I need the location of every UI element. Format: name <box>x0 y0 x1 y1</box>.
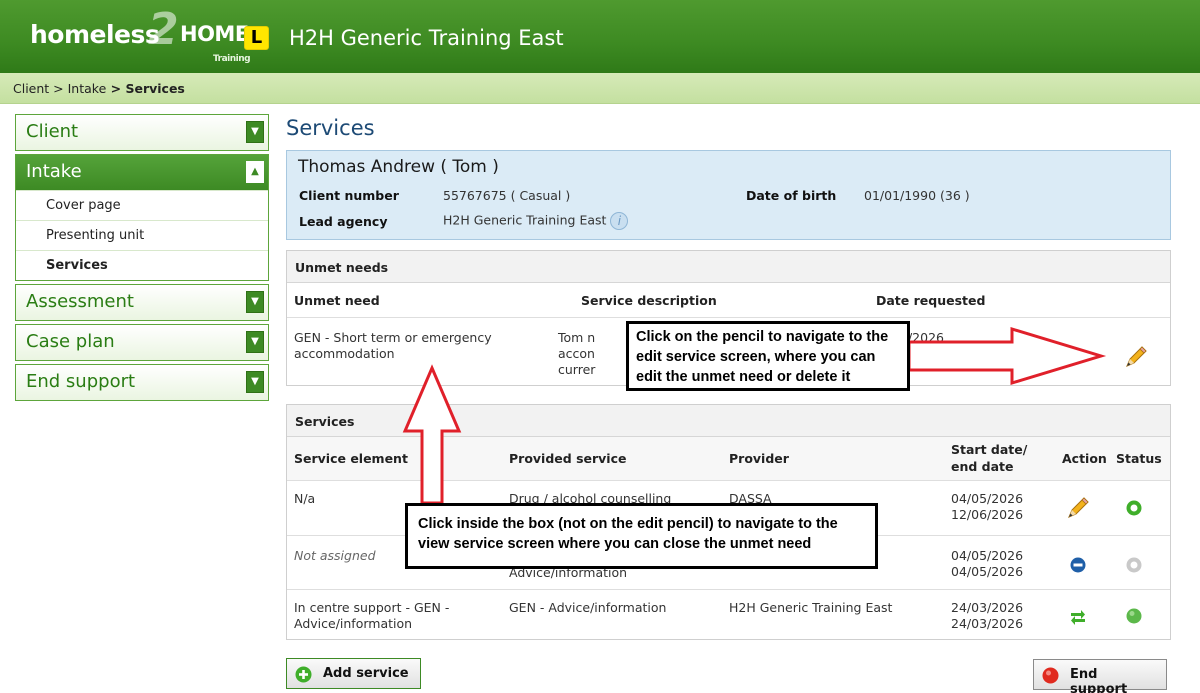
sidebar-item-assessment[interactable]: Assessment ▼ <box>16 285 268 320</box>
client-number-label: Client number <box>299 188 399 203</box>
add-service-button[interactable]: Add service <box>286 658 421 689</box>
col-unmet-need: Unmet need <box>294 293 380 308</box>
sidebar-item-label: Intake <box>26 161 82 182</box>
date-requested-cell: ./2026 <box>904 330 944 345</box>
chevron-down-icon[interactable]: ▼ <box>246 121 264 143</box>
nav-group-assessment: Assessment ▼ <box>15 284 269 321</box>
col-provider: Provider <box>729 451 789 466</box>
status-complete-icon <box>1126 608 1142 624</box>
sidebar-item-case-plan[interactable]: Case plan ▼ <box>16 325 268 360</box>
nav-group-case-plan: Case plan ▼ <box>15 324 269 361</box>
col-service-element: Service element <box>294 451 408 466</box>
sidebar-item-label: Client <box>26 121 79 142</box>
chevron-down-icon[interactable]: ▼ <box>246 371 264 393</box>
breadcrumb-separator: > <box>49 81 68 96</box>
chevron-down-icon[interactable]: ▼ <box>246 291 264 313</box>
provided-service-cell: GEN - Advice/information <box>509 600 667 615</box>
sidebar-subitem-cover-page[interactable]: Cover page <box>16 190 268 220</box>
lead-agency-value: H2H Generic Training East i <box>443 212 629 230</box>
client-name: Thomas Andrew ( Tom ) <box>298 157 499 177</box>
action-minus-icon[interactable] <box>1070 557 1086 573</box>
sidebar-item-end-support[interactable]: End support ▼ <box>16 365 268 400</box>
sidebar-item-label: Assessment <box>26 291 134 312</box>
service-element-cell: In centre support - GEN - Advice/informa… <box>294 600 450 631</box>
logo-numeral: 2 <box>148 4 179 55</box>
sidebar-item-client[interactable]: Client ▼ <box>16 115 268 150</box>
breadcrumb-bar: Client > Intake > Services <box>0 73 1200 104</box>
info-icon[interactable]: i <box>610 212 629 230</box>
dob-value: 01/01/1990 (36 ) <box>864 188 970 203</box>
breadcrumb-current: Services <box>125 81 185 96</box>
dob-label: Date of birth <box>746 188 837 203</box>
stop-icon <box>1042 667 1059 684</box>
services-heading: Services <box>287 405 1170 437</box>
status-closed-icon <box>1126 557 1142 573</box>
breadcrumb: Client > Intake > Services <box>13 81 185 96</box>
action-transfer-icon[interactable] <box>1069 607 1087 625</box>
end-support-button[interactable]: End support <box>1033 659 1167 693</box>
logo-word-home: HOME <box>180 22 249 46</box>
service-element-cell: N/a <box>294 491 316 506</box>
chevron-down-icon[interactable]: ▼ <box>246 331 264 353</box>
pencil-callout: Click on the pencil to navigate to the e… <box>626 321 910 391</box>
service-description-line: currer <box>558 362 596 377</box>
service-description-line: accon <box>558 346 595 361</box>
provider-cell: H2H Generic Training East <box>729 600 893 615</box>
end-date-cell: 12/06/2026 <box>951 507 1024 522</box>
homeless2home-logo[interactable]: homeless 2 HOME Training <box>30 4 251 64</box>
lead-agency-text: H2H Generic Training East <box>443 212 607 228</box>
sidebar-subitem-presenting-unit[interactable]: Presenting unit <box>16 220 268 250</box>
start-date-cell: 24/03/2026 <box>951 600 1024 615</box>
l-plate-icon: L <box>244 26 269 50</box>
unmet-needs-heading: Unmet needs <box>287 251 1170 283</box>
breadcrumb-client[interactable]: Client <box>13 81 49 96</box>
lead-agency-label: Lead agency <box>299 214 388 229</box>
sidebar-nav: Client ▼ Intake ▲ Cover page Presenting … <box>15 114 269 404</box>
sidebar-subitem-services[interactable]: Services <box>16 250 268 280</box>
pencil-icon[interactable] <box>1065 495 1091 521</box>
end-support-label: End support <box>1070 667 1128 693</box>
logo-training-label: Training <box>213 54 251 64</box>
col-status: Status <box>1116 451 1162 466</box>
col-action: Action <box>1062 451 1107 466</box>
sidebar-item-intake[interactable]: Intake ▲ <box>16 155 268 190</box>
client-summary-box: Thomas Andrew ( Tom ) Client number 5576… <box>286 150 1171 240</box>
pencil-icon[interactable] <box>1123 344 1149 370</box>
service-description-line: Tom n <box>558 330 596 345</box>
start-date-cell: 04/05/2026 <box>951 491 1024 506</box>
service-element-cell: Not assigned <box>294 548 376 563</box>
logo-word-homeless: homeless <box>30 20 160 49</box>
sidebar-item-label: End support <box>26 371 136 392</box>
sidebar-item-label: Case plan <box>26 331 115 352</box>
status-open-icon <box>1126 500 1142 516</box>
col-provided-service: Provided service <box>509 451 627 466</box>
nav-group-intake: Intake ▲ Cover page Presenting unit Serv… <box>15 154 269 281</box>
client-number-value: 55767675 ( Casual ) <box>443 188 571 203</box>
plus-icon <box>295 666 312 683</box>
table-row[interactable]: In centre support - GEN - Advice/informa… <box>287 590 1170 640</box>
breadcrumb-separator: > <box>106 81 126 96</box>
end-date-cell: 24/03/2026 <box>951 616 1024 631</box>
start-date-cell: 04/05/2026 <box>951 548 1024 563</box>
col-service-description: Service description <box>581 293 717 308</box>
app-title: H2H Generic Training East <box>289 26 564 50</box>
nav-group-end-support: End support ▼ <box>15 364 269 401</box>
col-start-end-date: Start date/ end date <box>951 442 1028 474</box>
add-service-label: Add service <box>323 666 409 681</box>
main-content: Services Thomas Andrew ( Tom ) Client nu… <box>286 114 1171 693</box>
col-date-requested: Date requested <box>876 293 986 308</box>
end-date-cell: 04/05/2026 <box>951 564 1024 579</box>
app-header: homeless 2 HOME Training L H2H Generic T… <box>0 0 1200 73</box>
breadcrumb-intake[interactable]: Intake <box>68 81 107 96</box>
nav-group-client: Client ▼ <box>15 114 269 151</box>
unmet-need-cell: GEN - Short term or emergency accommodat… <box>294 330 492 361</box>
chevron-up-icon[interactable]: ▲ <box>246 161 264 183</box>
box-callout: Click inside the box (not on the edit pe… <box>405 503 878 569</box>
page-title: Services <box>286 116 375 140</box>
